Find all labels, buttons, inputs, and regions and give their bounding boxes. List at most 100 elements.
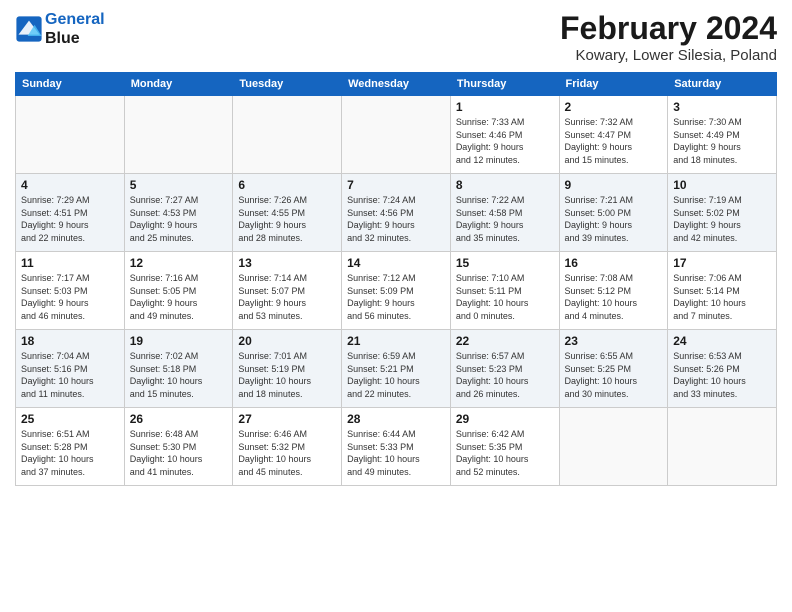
logo: General Blue xyxy=(15,10,105,48)
col-saturday: Saturday xyxy=(668,73,777,96)
table-row: 23 Sunrise: 6:55 AM Sunset: 5:25 PM Dayli… xyxy=(559,330,668,408)
col-tuesday: Tuesday xyxy=(233,73,342,96)
day-number: 27 xyxy=(238,412,336,426)
day-info: Sunrise: 6:46 AM Sunset: 5:32 PM Dayligh… xyxy=(238,428,336,478)
table-row: 27 Sunrise: 6:46 AM Sunset: 5:32 PM Dayli… xyxy=(233,408,342,486)
table-row: 8 Sunrise: 7:22 AM Sunset: 4:58 PM Daylig… xyxy=(450,174,559,252)
day-number: 26 xyxy=(130,412,228,426)
calendar-week-row: 18 Sunrise: 7:04 AM Sunset: 5:16 PM Dayli… xyxy=(16,330,777,408)
day-info: Sunrise: 7:30 AM Sunset: 4:49 PM Dayligh… xyxy=(673,116,771,166)
day-number: 18 xyxy=(21,334,119,348)
day-info: Sunrise: 7:12 AM Sunset: 5:09 PM Dayligh… xyxy=(347,272,445,322)
title-block: February 2024 Kowary, Lower Silesia, Pol… xyxy=(560,10,777,64)
page: General Blue February 2024 Kowary, Lower… xyxy=(0,0,792,612)
day-number: 16 xyxy=(565,256,663,270)
day-info: Sunrise: 6:55 AM Sunset: 5:25 PM Dayligh… xyxy=(565,350,663,400)
day-info: Sunrise: 7:22 AM Sunset: 4:58 PM Dayligh… xyxy=(456,194,554,244)
day-number: 2 xyxy=(565,100,663,114)
day-number: 29 xyxy=(456,412,554,426)
day-info: Sunrise: 7:19 AM Sunset: 5:02 PM Dayligh… xyxy=(673,194,771,244)
day-info: Sunrise: 7:29 AM Sunset: 4:51 PM Dayligh… xyxy=(21,194,119,244)
day-number: 28 xyxy=(347,412,445,426)
table-row: 21 Sunrise: 6:59 AM Sunset: 5:21 PM Dayli… xyxy=(342,330,451,408)
table-row: 3 Sunrise: 7:30 AM Sunset: 4:49 PM Daylig… xyxy=(668,96,777,174)
table-row: 19 Sunrise: 7:02 AM Sunset: 5:18 PM Dayli… xyxy=(124,330,233,408)
table-row: 2Sunrise: 7:32 AM Sunset: 4:47 PM Daylig… xyxy=(559,96,668,174)
day-info: Sunrise: 7:27 AM Sunset: 4:53 PM Dayligh… xyxy=(130,194,228,244)
table-row xyxy=(16,96,125,174)
table-row: 20 Sunrise: 7:01 AM Sunset: 5:19 PM Dayli… xyxy=(233,330,342,408)
day-info: Sunrise: 7:08 AM Sunset: 5:12 PM Dayligh… xyxy=(565,272,663,322)
table-row xyxy=(124,96,233,174)
table-row: 16 Sunrise: 7:08 AM Sunset: 5:12 PM Dayli… xyxy=(559,252,668,330)
day-number: 23 xyxy=(565,334,663,348)
day-info: Sunrise: 7:01 AM Sunset: 5:19 PM Dayligh… xyxy=(238,350,336,400)
table-row: 1Sunrise: 7:33 AM Sunset: 4:46 PM Daylig… xyxy=(450,96,559,174)
table-row: 6 Sunrise: 7:26 AM Sunset: 4:55 PM Daylig… xyxy=(233,174,342,252)
table-row: 15Sunrise: 7:10 AM Sunset: 5:11 PM Dayli… xyxy=(450,252,559,330)
col-sunday: Sunday xyxy=(16,73,125,96)
table-row xyxy=(668,408,777,486)
table-row: 9 Sunrise: 7:21 AM Sunset: 5:00 PM Daylig… xyxy=(559,174,668,252)
day-number: 6 xyxy=(238,178,336,192)
day-number: 14 xyxy=(347,256,445,270)
header: General Blue February 2024 Kowary, Lower… xyxy=(15,10,777,64)
day-number: 21 xyxy=(347,334,445,348)
day-info: Sunrise: 7:17 AM Sunset: 5:03 PM Dayligh… xyxy=(21,272,119,322)
table-row: 7 Sunrise: 7:24 AM Sunset: 4:56 PM Daylig… xyxy=(342,174,451,252)
calendar-week-row: 4 Sunrise: 7:29 AM Sunset: 4:51 PM Daylig… xyxy=(16,174,777,252)
day-info: Sunrise: 7:02 AM Sunset: 5:18 PM Dayligh… xyxy=(130,350,228,400)
calendar-week-row: 25Sunrise: 6:51 AM Sunset: 5:28 PM Dayli… xyxy=(16,408,777,486)
day-number: 20 xyxy=(238,334,336,348)
day-number: 24 xyxy=(673,334,771,348)
day-number: 8 xyxy=(456,178,554,192)
day-info: Sunrise: 6:53 AM Sunset: 5:26 PM Dayligh… xyxy=(673,350,771,400)
calendar-week-row: 11 Sunrise: 7:17 AM Sunset: 5:03 PM Dayli… xyxy=(16,252,777,330)
table-row: 10 Sunrise: 7:19 AM Sunset: 5:02 PM Dayli… xyxy=(668,174,777,252)
table-row: 13Sunrise: 7:14 AM Sunset: 5:07 PM Dayli… xyxy=(233,252,342,330)
day-info: Sunrise: 6:48 AM Sunset: 5:30 PM Dayligh… xyxy=(130,428,228,478)
day-info: Sunrise: 6:42 AM Sunset: 5:35 PM Dayligh… xyxy=(456,428,554,478)
table-row xyxy=(559,408,668,486)
day-number: 3 xyxy=(673,100,771,114)
table-row: 18 Sunrise: 7:04 AM Sunset: 5:16 PM Dayli… xyxy=(16,330,125,408)
location-title: Kowary, Lower Silesia, Poland xyxy=(560,47,777,64)
day-number: 1 xyxy=(456,100,554,114)
day-number: 7 xyxy=(347,178,445,192)
col-monday: Monday xyxy=(124,73,233,96)
calendar-header-row: Sunday Monday Tuesday Wednesday Thursday… xyxy=(16,73,777,96)
logo-text: General Blue xyxy=(45,10,105,48)
day-info: Sunrise: 7:21 AM Sunset: 5:00 PM Dayligh… xyxy=(565,194,663,244)
table-row: 24 Sunrise: 6:53 AM Sunset: 5:26 PM Dayli… xyxy=(668,330,777,408)
day-info: Sunrise: 7:26 AM Sunset: 4:55 PM Dayligh… xyxy=(238,194,336,244)
day-number: 19 xyxy=(130,334,228,348)
day-number: 5 xyxy=(130,178,228,192)
day-info: Sunrise: 7:24 AM Sunset: 4:56 PM Dayligh… xyxy=(347,194,445,244)
day-number: 9 xyxy=(565,178,663,192)
logo-icon xyxy=(15,15,43,43)
calendar-week-row: 1Sunrise: 7:33 AM Sunset: 4:46 PM Daylig… xyxy=(16,96,777,174)
table-row: 25Sunrise: 6:51 AM Sunset: 5:28 PM Dayli… xyxy=(16,408,125,486)
day-info: Sunrise: 7:06 AM Sunset: 5:14 PM Dayligh… xyxy=(673,272,771,322)
day-number: 4 xyxy=(21,178,119,192)
table-row: 26 Sunrise: 6:48 AM Sunset: 5:30 PM Dayli… xyxy=(124,408,233,486)
table-row: 17 Sunrise: 7:06 AM Sunset: 5:14 PM Dayli… xyxy=(668,252,777,330)
table-row: 14 Sunrise: 7:12 AM Sunset: 5:09 PM Dayli… xyxy=(342,252,451,330)
day-info: Sunrise: 7:04 AM Sunset: 5:16 PM Dayligh… xyxy=(21,350,119,400)
day-number: 10 xyxy=(673,178,771,192)
day-info: Sunrise: 6:59 AM Sunset: 5:21 PM Dayligh… xyxy=(347,350,445,400)
day-info: Sunrise: 7:14 AM Sunset: 5:07 PM Dayligh… xyxy=(238,272,336,322)
calendar-table: Sunday Monday Tuesday Wednesday Thursday… xyxy=(15,72,777,486)
day-info: Sunrise: 6:57 AM Sunset: 5:23 PM Dayligh… xyxy=(456,350,554,400)
table-row: 4 Sunrise: 7:29 AM Sunset: 4:51 PM Daylig… xyxy=(16,174,125,252)
col-friday: Friday xyxy=(559,73,668,96)
month-title: February 2024 xyxy=(560,10,777,47)
table-row: 29 Sunrise: 6:42 AM Sunset: 5:35 PM Dayli… xyxy=(450,408,559,486)
day-number: 15 xyxy=(456,256,554,270)
col-thursday: Thursday xyxy=(450,73,559,96)
table-row: 12Sunrise: 7:16 AM Sunset: 5:05 PM Dayli… xyxy=(124,252,233,330)
day-number: 17 xyxy=(673,256,771,270)
day-number: 11 xyxy=(21,256,119,270)
day-number: 25 xyxy=(21,412,119,426)
col-wednesday: Wednesday xyxy=(342,73,451,96)
